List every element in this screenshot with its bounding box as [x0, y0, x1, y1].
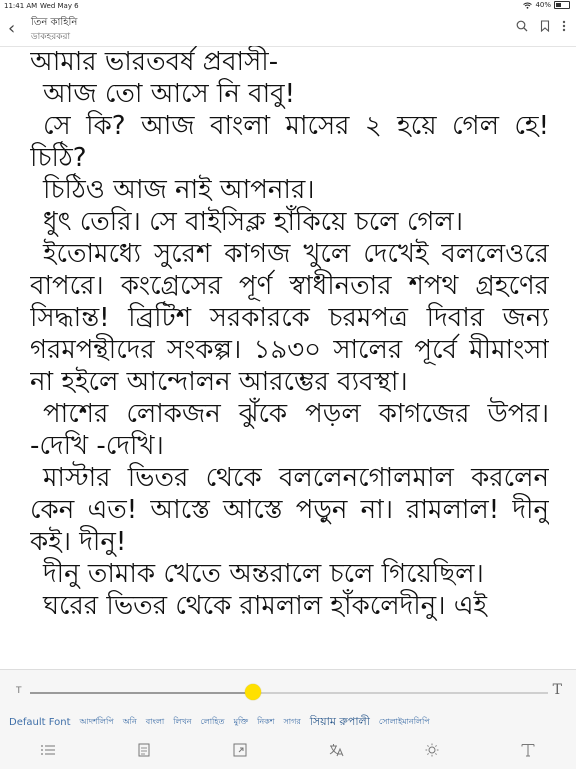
- header-actions: [516, 20, 566, 32]
- font-option[interactable]: বাংলা: [146, 716, 165, 729]
- brightness-icon[interactable]: [423, 742, 441, 758]
- font-size-slider-fill: [30, 692, 253, 694]
- text-paragraph: দীনু তামাক খেতে অন্তরালে চলে গিয়েছিল।: [43, 559, 484, 589]
- text-paragraph: ঘরের ভিতর থেকে রামলাল হাঁকলেদীনু। এই: [43, 591, 488, 621]
- font-option[interactable]: লিখন: [173, 716, 191, 729]
- text-paragraph: মাস্টার ভিতর থেকে বললেনগোলমাল করলেন কেন …: [30, 463, 549, 557]
- status-bar: 11:41 AM Wed May 6 40%: [0, 0, 576, 12]
- text-paragraph: আমার ভারতবর্ষ প্রবাসী-: [30, 47, 279, 77]
- font-icon[interactable]: [519, 742, 537, 758]
- font-option[interactable]: Default Font: [9, 717, 71, 728]
- bookmark-icon[interactable]: [540, 20, 550, 32]
- text-paragraph: পাশের লোকজন ঝুঁকে পড়ল কাগজের উপর। -দেখি…: [30, 399, 549, 461]
- text-paragraph: ধুৎ তেরি। সে বাইসিক্ল হাঁকিয়ে চলে গেল।: [43, 207, 464, 237]
- font-option[interactable]: সাগর: [283, 716, 300, 729]
- font-size-slider[interactable]: [30, 692, 548, 694]
- text-paragraph: আজ তো আসে নি বাবু!: [43, 79, 296, 109]
- large-font-size-icon: T: [552, 682, 562, 698]
- status-right: 40%: [523, 1, 570, 9]
- back-chevron-icon[interactable]: ‹: [8, 20, 15, 38]
- battery-icon: [554, 1, 570, 9]
- font-option[interactable]: মুক্তি: [234, 716, 249, 729]
- text-paragraph: ইতোমধ্যে সুরেশ কাগজ খুলে দেখেই বললেওরে ব…: [30, 239, 549, 397]
- text-paragraph: সে কি? আজ বাংলা মাসের ২ হয়ে গেল হে! চিঠ…: [30, 111, 549, 173]
- translate-icon[interactable]: [327, 742, 345, 758]
- font-option[interactable]: সোলাইমানলিপি: [379, 716, 430, 729]
- reader-header: ‹ তিন কাহিনি ডাকহরকরা: [0, 12, 576, 47]
- wifi-icon: [523, 2, 533, 9]
- notes-icon[interactable]: [135, 742, 153, 758]
- status-date: Wed May 6: [40, 2, 79, 10]
- font-option[interactable]: আদর্শলিপি: [80, 716, 114, 729]
- text-paragraph: চিঠিও আজ নাই আপনার।: [43, 175, 315, 205]
- chapter-title: ডাকহরকরা: [31, 32, 71, 42]
- small-font-size-icon: T: [16, 686, 22, 696]
- font-picker: Default Font আদর্শলিপি অনি বাংলা লিখন লোহিত মু…: [9, 714, 569, 730]
- font-option[interactable]: লোহিত: [201, 716, 225, 729]
- more-vertical-icon[interactable]: [562, 20, 566, 32]
- bottom-toolbar: [0, 740, 576, 762]
- reading-content[interactable]: আমার ভারতবর্ষ প্রবাসী- আজ তো আসে নি বাবু!…: [30, 46, 549, 668]
- status-time: 11:41 AM: [4, 2, 38, 10]
- battery-percent: 40%: [535, 1, 551, 9]
- font-option[interactable]: সিয়াম রুপালী: [310, 714, 370, 730]
- font-option[interactable]: নিকশ: [257, 716, 274, 729]
- expand-icon[interactable]: [231, 742, 249, 758]
- font-option[interactable]: অনি: [123, 716, 137, 729]
- font-size-slider-thumb[interactable]: [244, 684, 261, 700]
- list-icon[interactable]: [39, 742, 57, 758]
- reader-settings-panel: T T Default Font আদর্শলিপি অনি বাংলা লিখন লোহ…: [0, 669, 576, 769]
- search-icon[interactable]: [516, 20, 528, 32]
